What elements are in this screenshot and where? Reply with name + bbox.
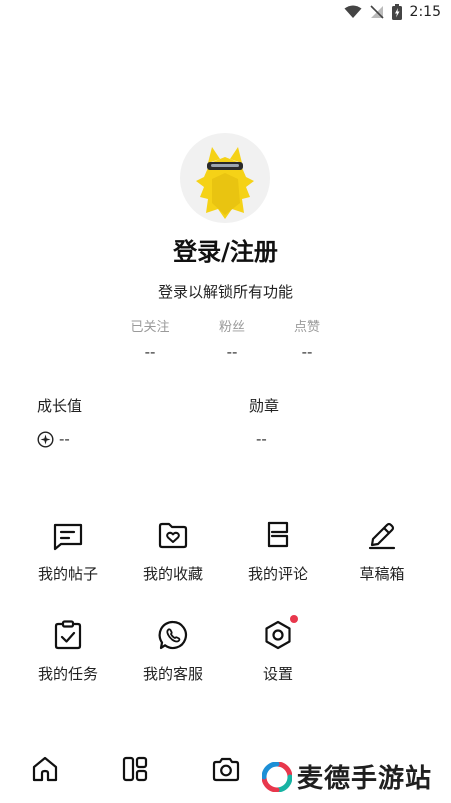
settings-notification-badge xyxy=(290,615,298,623)
layout-icon xyxy=(122,756,148,782)
menu-my-favorites-label: 我的收藏 xyxy=(142,565,203,583)
settings-icon xyxy=(265,620,291,650)
stat-likes-label: 点赞 xyxy=(293,320,320,335)
menu-drafts-label: 草稿箱 xyxy=(359,565,405,583)
no-signal-icon xyxy=(369,5,384,19)
task-icon xyxy=(54,620,82,650)
growth-value-row: -- xyxy=(37,430,70,448)
menu-my-posts-label: 我的帖子 xyxy=(37,565,98,583)
menu-customer-service[interactable]: 我的客服 xyxy=(128,619,218,684)
home-icon xyxy=(32,756,58,782)
watermark-logo-icon xyxy=(262,761,292,792)
menu-customer-service-label: 我的客服 xyxy=(142,665,203,683)
stat-likes-value: -- xyxy=(301,343,313,361)
stat-following-value: -- xyxy=(144,343,156,361)
menu-my-tasks[interactable]: 我的任务 xyxy=(23,619,113,684)
camera-icon xyxy=(212,757,240,782)
stat-likes[interactable]: 点赞 -- xyxy=(267,316,347,361)
stat-fans-value: -- xyxy=(226,343,238,361)
mascot-avatar-icon xyxy=(196,147,254,219)
login-register-title[interactable]: 登录/注册 xyxy=(0,232,451,267)
tab-camera[interactable] xyxy=(211,755,241,787)
draft-icon xyxy=(368,522,396,550)
battery-charging-icon xyxy=(391,4,402,20)
status-time: 2:15 xyxy=(409,4,441,20)
customer-service-icon xyxy=(158,620,188,650)
menu-my-posts[interactable]: 我的帖子 xyxy=(23,519,113,584)
medals-title[interactable]: 勋章 xyxy=(249,395,279,416)
menu-my-comments[interactable]: 我的评论 xyxy=(233,519,323,584)
post-icon xyxy=(53,523,83,551)
favorites-icon xyxy=(158,522,188,549)
menu-my-favorites[interactable]: 我的收藏 xyxy=(128,519,218,584)
tab-layout[interactable] xyxy=(121,755,149,787)
growth-icon xyxy=(37,430,54,448)
menu-my-tasks-label: 我的任务 xyxy=(37,665,98,683)
status-icons: 2:15 xyxy=(344,4,441,20)
avatar[interactable] xyxy=(180,133,270,223)
stat-fans[interactable]: 粉丝 -- xyxy=(192,316,272,361)
growth-title[interactable]: 成长值 xyxy=(37,395,82,416)
login-subtitle: 登录以解锁所有功能 xyxy=(157,283,293,301)
stat-following-label: 已关注 xyxy=(130,320,170,335)
comment-icon xyxy=(267,521,289,548)
growth-value: -- xyxy=(59,430,70,448)
status-bar: 2:15 xyxy=(0,0,451,26)
menu-drafts[interactable]: 草稿箱 xyxy=(337,519,427,584)
menu-settings[interactable]: 设置 xyxy=(233,615,323,684)
tab-home[interactable] xyxy=(31,755,59,787)
wifi-icon xyxy=(344,5,362,18)
watermark-text: 麦德手游站 xyxy=(297,764,433,794)
stat-following[interactable]: 已关注 -- xyxy=(110,316,190,361)
menu-settings-label: 设置 xyxy=(262,665,293,683)
watermark: 麦德手游站 xyxy=(262,758,432,795)
medals-value: -- xyxy=(256,430,267,448)
stat-fans-label: 粉丝 xyxy=(218,320,245,335)
menu-my-comments-label: 我的评论 xyxy=(247,565,308,583)
